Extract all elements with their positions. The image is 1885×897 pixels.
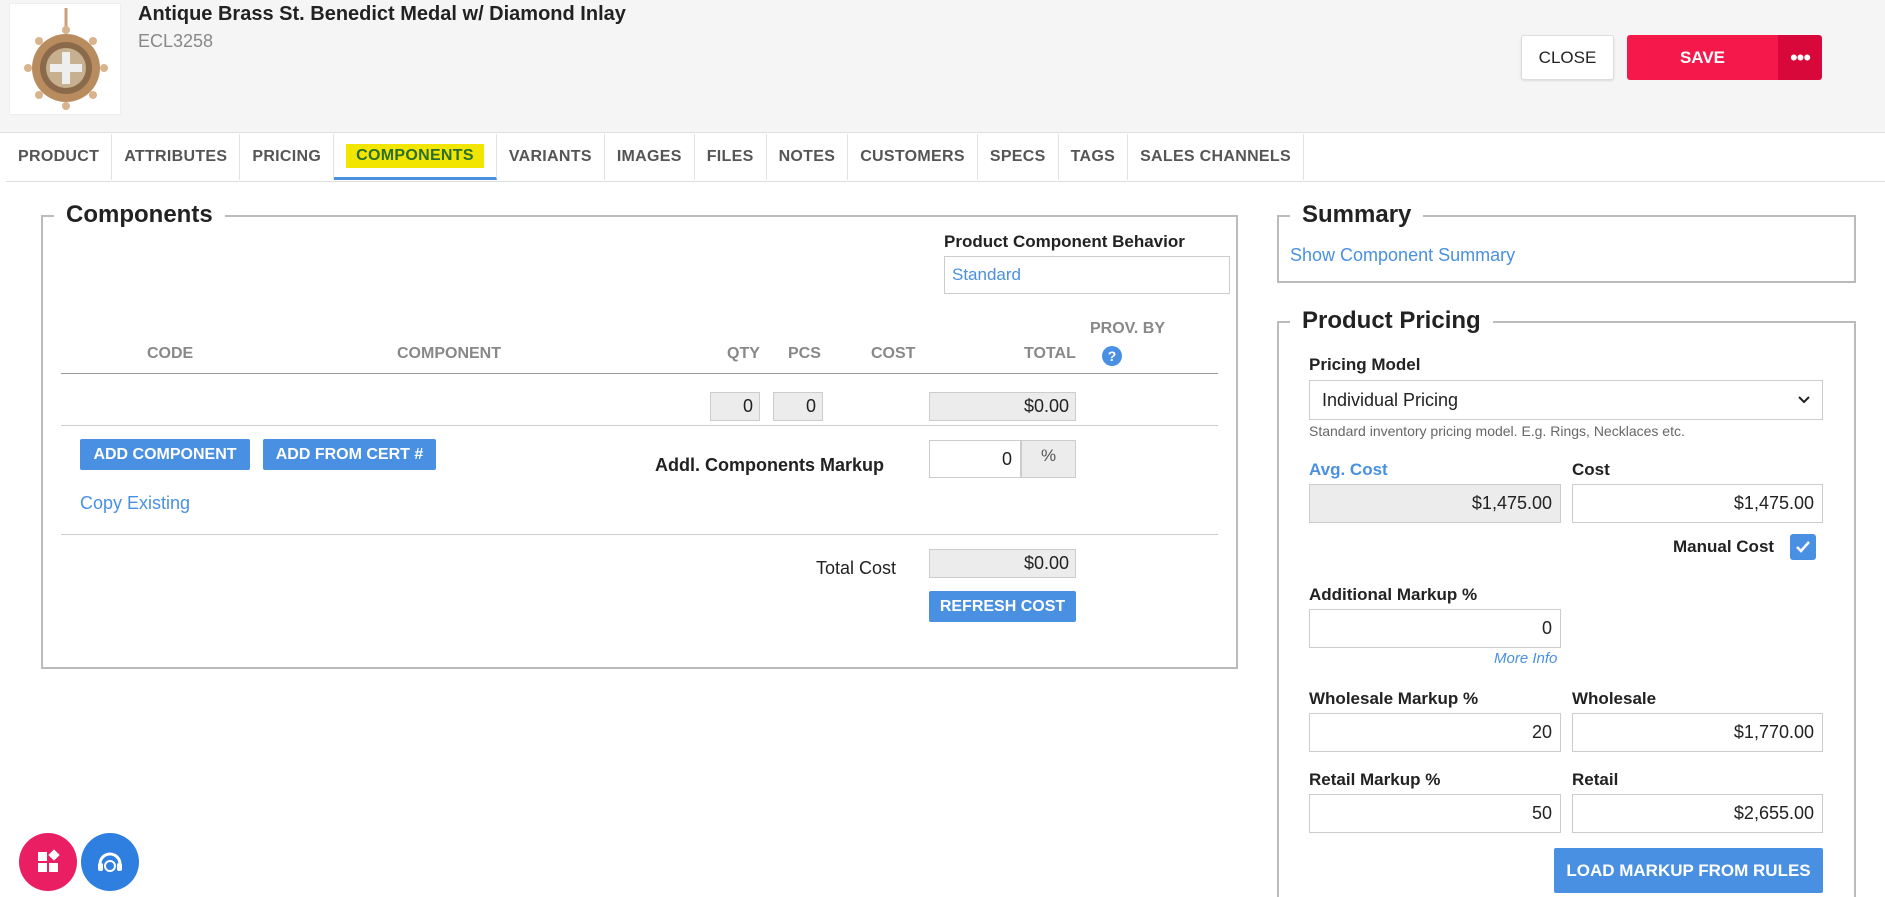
tab-customers[interactable]: CUSTOMERS (848, 134, 978, 180)
total-cost-label: Total Cost (816, 558, 897, 578)
add-component-button[interactable]: ADD COMPONENT (80, 439, 250, 470)
cost-input[interactable]: $1,475.00 (1572, 484, 1823, 523)
copy-existing-link[interactable]: Copy Existing (80, 493, 190, 514)
col-total: TOTAL (1024, 345, 1076, 362)
tab-images[interactable]: IMAGES (605, 134, 695, 180)
close-button[interactable]: CLOSE (1521, 35, 1614, 80)
retail-label: Retail (1572, 770, 1619, 789)
save-button[interactable]: SAVE (1627, 35, 1778, 80)
support-button[interactable] (81, 833, 139, 891)
row-divider (61, 425, 1218, 426)
tab-tags[interactable]: TAGS (1059, 134, 1129, 180)
tab-specs[interactable]: SPECS (978, 134, 1059, 180)
pricing-legend: Product Pricing (1290, 307, 1493, 335)
tab-notes[interactable]: NOTES (767, 134, 849, 180)
tab-components[interactable]: COMPONENTS (334, 134, 497, 180)
manual-cost-label: Manual Cost (1673, 537, 1775, 556)
tab-sales-channels[interactable]: SALES CHANNELS (1128, 134, 1304, 180)
headset-icon (98, 852, 122, 872)
col-code: CODE (147, 345, 194, 362)
markup-input[interactable]: 0 (929, 440, 1021, 478)
header-divider (61, 373, 1218, 374)
more-info-link[interactable]: More Info (1494, 650, 1557, 667)
behavior-label: Product Component Behavior (944, 232, 1185, 251)
show-component-summary-link[interactable]: Show Component Summary (1290, 245, 1515, 266)
wholesale-markup-label: Wholesale Markup % (1309, 689, 1479, 708)
col-qty: QTY (727, 345, 760, 362)
behavior-input[interactable]: Standard (944, 256, 1230, 294)
col-pcs: PCS (788, 345, 821, 362)
cost-label: Cost (1572, 460, 1610, 479)
pricing-model-help: Standard inventory pricing model. E.g. R… (1309, 423, 1685, 439)
markup-label: Addl. Components Markup (655, 455, 884, 475)
wholesale-markup-input[interactable]: 20 (1309, 713, 1561, 752)
tab-pricing[interactable]: PRICING (240, 134, 335, 180)
tab-files[interactable]: FILES (695, 134, 767, 180)
tab-variants[interactable]: VARIANTS (497, 134, 605, 180)
retail-markup-input[interactable]: 50 (1309, 794, 1561, 833)
pricing-model-label: Pricing Model (1309, 355, 1421, 374)
product-title: Antique Brass St. Benedict Medal w/ Diam… (138, 3, 626, 25)
manual-cost-checkbox[interactable] (1790, 534, 1816, 560)
addl-markup-label: Additional Markup % (1309, 585, 1478, 604)
avg-cost-value: $1,475.00 (1309, 484, 1561, 523)
help-icon[interactable]: ? (1102, 346, 1122, 366)
components-legend: Components (54, 201, 225, 229)
pricing-model-value: Individual Pricing (1322, 389, 1459, 410)
addl-markup-input[interactable]: 0 (1309, 609, 1561, 648)
tab-product[interactable]: PRODUCT (6, 134, 113, 180)
wholesale-input[interactable]: $1,770.00 (1572, 713, 1823, 752)
wholesale-label: Wholesale (1572, 689, 1657, 708)
col-prov-by: PROV. BY (1090, 320, 1165, 337)
product-sku: ECL3258 (138, 31, 214, 51)
tab-attributes[interactable]: ATTRIBUTES (112, 134, 241, 180)
pcs-total: 0 (773, 392, 823, 421)
pricing-model-select[interactable]: Individual Pricing (1309, 380, 1823, 420)
total-sum: $0.00 (929, 392, 1076, 421)
col-component: COMPONENT (397, 345, 501, 362)
retail-input[interactable]: $2,655.00 (1572, 794, 1823, 833)
col-cost: COST (871, 345, 916, 362)
qty-total: 0 (710, 392, 760, 421)
total-cost-value: $0.00 (929, 549, 1076, 578)
tab-bar: PRODUCT ATTRIBUTES PRICING COMPONENTS VA… (6, 134, 1885, 182)
more-actions-button[interactable]: ••• (1778, 35, 1822, 80)
chevron-down-icon (1798, 396, 1810, 404)
apps-button[interactable] (19, 833, 77, 891)
footer-divider (61, 534, 1218, 535)
summary-legend: Summary (1290, 201, 1424, 229)
more-icon: ••• (1789, 44, 1811, 70)
checkmark-icon (1796, 541, 1810, 553)
markup-unit: % (1021, 440, 1076, 478)
product-thumbnail (9, 3, 121, 115)
retail-markup-label: Retail Markup % (1309, 770, 1441, 789)
add-from-cert-button[interactable]: ADD FROM CERT # (263, 439, 436, 470)
avg-cost-label: Avg. Cost (1309, 460, 1388, 479)
behavior-placeholder: Standard (952, 265, 1021, 284)
refresh-cost-button[interactable]: REFRESH COST (929, 591, 1076, 622)
apps-icon (38, 849, 60, 872)
product-header: Antique Brass St. Benedict Medal w/ Diam… (0, 0, 1885, 133)
load-markup-button[interactable]: LOAD MARKUP FROM RULES (1554, 848, 1823, 893)
